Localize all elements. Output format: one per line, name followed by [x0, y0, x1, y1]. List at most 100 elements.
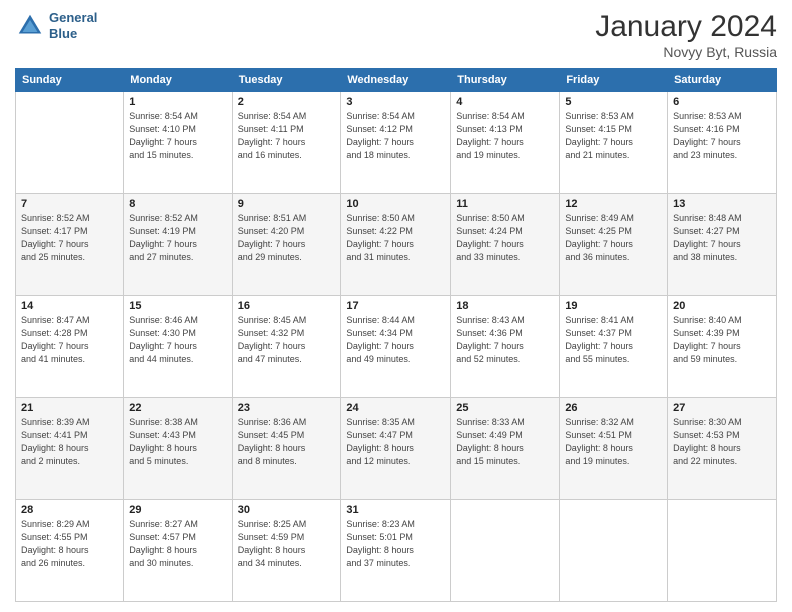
- day-info: Sunrise: 8:30 AMSunset: 4:53 PMDaylight:…: [673, 416, 771, 468]
- day-info: Sunrise: 8:50 AMSunset: 4:24 PMDaylight:…: [456, 212, 554, 264]
- day-number: 24: [346, 402, 445, 414]
- day-number: 2: [238, 96, 336, 108]
- header: General Blue January 2024 Novyy Byt, Rus…: [15, 10, 777, 60]
- calendar-day-cell: 30 Sunrise: 8:25 AMSunset: 4:59 PMDayligh…: [232, 500, 341, 602]
- day-number: 29: [129, 504, 226, 516]
- day-number: 20: [673, 300, 771, 312]
- day-info: Sunrise: 8:52 AMSunset: 4:17 PMDaylight:…: [21, 212, 118, 264]
- day-number: 21: [21, 402, 118, 414]
- day-number: 9: [238, 198, 336, 210]
- day-number: 17: [346, 300, 445, 312]
- day-info: Sunrise: 8:54 AMSunset: 4:10 PMDaylight:…: [129, 110, 226, 162]
- day-number: 19: [565, 300, 662, 312]
- day-info: Sunrise: 8:54 AMSunset: 4:13 PMDaylight:…: [456, 110, 554, 162]
- day-info: Sunrise: 8:35 AMSunset: 4:47 PMDaylight:…: [346, 416, 445, 468]
- calendar-day-cell: 17Sunrise: 8:44 AMSunset: 4:34 PMDayligh…: [341, 296, 451, 398]
- calendar-day-cell: 27 Sunrise: 8:30 AMSunset: 4:53 PMDayligh…: [668, 398, 777, 500]
- calendar-day-cell: 21Sunrise: 8:39 AMSunset: 4:41 PMDayligh…: [16, 398, 124, 500]
- weekday-header-cell: Wednesday: [341, 69, 451, 92]
- calendar-day-cell: 29 Sunrise: 8:27 AMSunset: 4:57 PMDayligh…: [124, 500, 232, 602]
- day-number: 22: [129, 402, 226, 414]
- calendar-week-row: 7 Sunrise: 8:52 AMSunset: 4:17 PMDaylight…: [16, 194, 777, 296]
- day-number: 25: [456, 402, 554, 414]
- day-info: Sunrise: 8:52 AMSunset: 4:19 PMDaylight:…: [129, 212, 226, 264]
- page: General Blue January 2024 Novyy Byt, Rus…: [0, 0, 792, 612]
- calendar-day-cell: 15 Sunrise: 8:46 AMSunset: 4:30 PMDayligh…: [124, 296, 232, 398]
- day-number: 11: [456, 198, 554, 210]
- day-info: Sunrise: 8:43 AMSunset: 4:36 PMDaylight:…: [456, 314, 554, 366]
- day-info: Sunrise: 8:51 AMSunset: 4:20 PMDaylight:…: [238, 212, 336, 264]
- logo: General Blue: [15, 10, 97, 41]
- calendar-table: SundayMondayTuesdayWednesdayThursdayFrid…: [15, 68, 777, 602]
- day-info: Sunrise: 8:38 AMSunset: 4:43 PMDaylight:…: [129, 416, 226, 468]
- day-number: 14: [21, 300, 118, 312]
- title-section: January 2024 Novyy Byt, Russia: [595, 10, 777, 60]
- calendar-day-cell: 14 Sunrise: 8:47 AMSunset: 4:28 PMDayligh…: [16, 296, 124, 398]
- weekday-header-cell: Monday: [124, 69, 232, 92]
- calendar-day-cell: 12Sunrise: 8:49 AMSunset: 4:25 PMDayligh…: [560, 194, 668, 296]
- day-number: 13: [673, 198, 771, 210]
- weekday-header-cell: Friday: [560, 69, 668, 92]
- day-number: 4: [456, 96, 554, 108]
- calendar-day-cell: 22 Sunrise: 8:38 AMSunset: 4:43 PMDayligh…: [124, 398, 232, 500]
- calendar-day-cell: 16Sunrise: 8:45 AMSunset: 4:32 PMDayligh…: [232, 296, 341, 398]
- day-info: Sunrise: 8:25 AMSunset: 4:59 PMDaylight:…: [238, 518, 336, 570]
- day-info: Sunrise: 8:45 AMSunset: 4:32 PMDaylight:…: [238, 314, 336, 366]
- weekday-header-cell: Saturday: [668, 69, 777, 92]
- calendar-day-cell: 19 Sunrise: 8:41 AMSunset: 4:37 PMDayligh…: [560, 296, 668, 398]
- day-info: Sunrise: 8:41 AMSunset: 4:37 PMDaylight:…: [565, 314, 662, 366]
- calendar-day-cell: [16, 92, 124, 194]
- calendar-day-cell: 8 Sunrise: 8:52 AMSunset: 4:19 PMDaylight…: [124, 194, 232, 296]
- day-info: Sunrise: 8:46 AMSunset: 4:30 PMDaylight:…: [129, 314, 226, 366]
- calendar-week-row: 14 Sunrise: 8:47 AMSunset: 4:28 PMDayligh…: [16, 296, 777, 398]
- weekday-header-cell: Tuesday: [232, 69, 341, 92]
- day-number: 8: [129, 198, 226, 210]
- calendar-day-cell: 3 Sunrise: 8:54 AMSunset: 4:12 PMDaylight…: [341, 92, 451, 194]
- day-info: Sunrise: 8:32 AMSunset: 4:51 PMDaylight:…: [565, 416, 662, 468]
- day-info: Sunrise: 8:50 AMSunset: 4:22 PMDaylight:…: [346, 212, 445, 264]
- day-info: Sunrise: 8:23 AMSunset: 5:01 PMDaylight:…: [346, 518, 445, 570]
- day-number: 27: [673, 402, 771, 414]
- day-info: Sunrise: 8:40 AMSunset: 4:39 PMDaylight:…: [673, 314, 771, 366]
- day-info: Sunrise: 8:47 AMSunset: 4:28 PMDaylight:…: [21, 314, 118, 366]
- calendar-day-cell: 1 Sunrise: 8:54 AMSunset: 4:10 PMDaylight…: [124, 92, 232, 194]
- calendar-day-cell: 25 Sunrise: 8:33 AMSunset: 4:49 PMDayligh…: [451, 398, 560, 500]
- day-info: Sunrise: 8:33 AMSunset: 4:49 PMDaylight:…: [456, 416, 554, 468]
- calendar-day-cell: 11 Sunrise: 8:50 AMSunset: 4:24 PMDayligh…: [451, 194, 560, 296]
- calendar-day-cell: 26 Sunrise: 8:32 AMSunset: 4:51 PMDayligh…: [560, 398, 668, 500]
- calendar-week-row: 1 Sunrise: 8:54 AMSunset: 4:10 PMDaylight…: [16, 92, 777, 194]
- weekday-header-row: SundayMondayTuesdayWednesdayThursdayFrid…: [16, 69, 777, 92]
- calendar-day-cell: 10Sunrise: 8:50 AMSunset: 4:22 PMDayligh…: [341, 194, 451, 296]
- day-number: 28: [21, 504, 118, 516]
- calendar-day-cell: 2 Sunrise: 8:54 AMSunset: 4:11 PMDaylight…: [232, 92, 341, 194]
- calendar-title: January 2024: [595, 10, 777, 44]
- calendar-subtitle: Novyy Byt, Russia: [595, 44, 777, 60]
- calendar-day-cell: 20 Sunrise: 8:40 AMSunset: 4:39 PMDayligh…: [668, 296, 777, 398]
- calendar-day-cell: 4 Sunrise: 8:54 AMSunset: 4:13 PMDaylight…: [451, 92, 560, 194]
- day-number: 1: [129, 96, 226, 108]
- day-number: 18: [456, 300, 554, 312]
- day-number: 31: [346, 504, 445, 516]
- calendar-day-cell: 31 Sunrise: 8:23 AMSunset: 5:01 PMDayligh…: [341, 500, 451, 602]
- day-number: 15: [129, 300, 226, 312]
- calendar-day-cell: 7 Sunrise: 8:52 AMSunset: 4:17 PMDaylight…: [16, 194, 124, 296]
- day-info: Sunrise: 8:53 AMSunset: 4:16 PMDaylight:…: [673, 110, 771, 162]
- day-number: 7: [21, 198, 118, 210]
- day-info: Sunrise: 8:48 AMSunset: 4:27 PMDaylight:…: [673, 212, 771, 264]
- day-number: 30: [238, 504, 336, 516]
- day-number: 3: [346, 96, 445, 108]
- day-info: Sunrise: 8:54 AMSunset: 4:12 PMDaylight:…: [346, 110, 445, 162]
- day-info: Sunrise: 8:54 AMSunset: 4:11 PMDaylight:…: [238, 110, 336, 162]
- logo-icon: [15, 11, 45, 41]
- calendar-week-row: 28Sunrise: 8:29 AMSunset: 4:55 PMDayligh…: [16, 500, 777, 602]
- calendar-week-row: 21Sunrise: 8:39 AMSunset: 4:41 PMDayligh…: [16, 398, 777, 500]
- day-number: 23: [238, 402, 336, 414]
- day-info: Sunrise: 8:36 AMSunset: 4:45 PMDaylight:…: [238, 416, 336, 468]
- day-number: 26: [565, 402, 662, 414]
- calendar-day-cell: 6Sunrise: 8:53 AMSunset: 4:16 PMDaylight…: [668, 92, 777, 194]
- weekday-header-cell: Thursday: [451, 69, 560, 92]
- day-info: Sunrise: 8:49 AMSunset: 4:25 PMDaylight:…: [565, 212, 662, 264]
- calendar-day-cell: 13 Sunrise: 8:48 AMSunset: 4:27 PMDayligh…: [668, 194, 777, 296]
- calendar-day-cell: 23 Sunrise: 8:36 AMSunset: 4:45 PMDayligh…: [232, 398, 341, 500]
- day-info: Sunrise: 8:27 AMSunset: 4:57 PMDaylight:…: [129, 518, 226, 570]
